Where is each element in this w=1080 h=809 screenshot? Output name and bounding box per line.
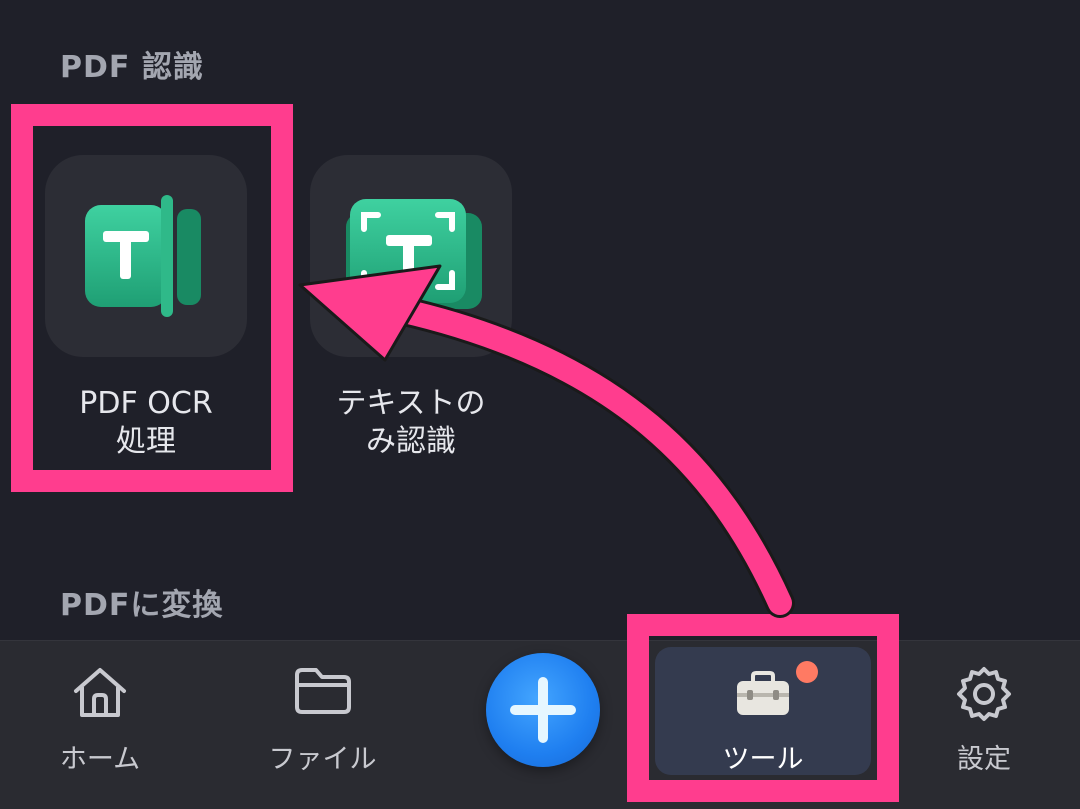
add-button[interactable]: [486, 653, 600, 767]
nav-files-tab[interactable]: ファイル: [250, 641, 395, 809]
highlight-box-tools: [627, 614, 899, 802]
plus-icon: [510, 677, 576, 743]
nav-settings-label: 設定: [957, 744, 1011, 775]
home-icon: [74, 668, 126, 717]
text-recognition-tool-label: テキストの み認識: [281, 385, 541, 461]
nav-settings-tab[interactable]: 設定: [914, 641, 1054, 809]
folder-icon: [294, 668, 351, 714]
section-title-pdf-recognition: PDF 認識: [60, 50, 204, 85]
text-recognition-label-line2: み認識: [366, 424, 456, 459]
gear-icon: [957, 667, 1011, 721]
text-scan-t-icon: [346, 199, 482, 309]
app-screen: PDF 認識 PDF OCR 処理 テキストの み認識 PDFに変換 ホーム フ…: [0, 0, 1080, 809]
text-recognition-label-line1: テキストの: [336, 386, 486, 421]
nav-files-label: ファイル: [268, 744, 377, 775]
nav-home-tab[interactable]: ホーム: [30, 641, 170, 809]
highlight-box-pdf-ocr: [11, 104, 293, 492]
nav-home-label: ホーム: [59, 744, 141, 775]
section-title-convert-to-pdf: PDFに変換: [60, 588, 224, 623]
text-recognition-tool-button[interactable]: [310, 155, 512, 357]
